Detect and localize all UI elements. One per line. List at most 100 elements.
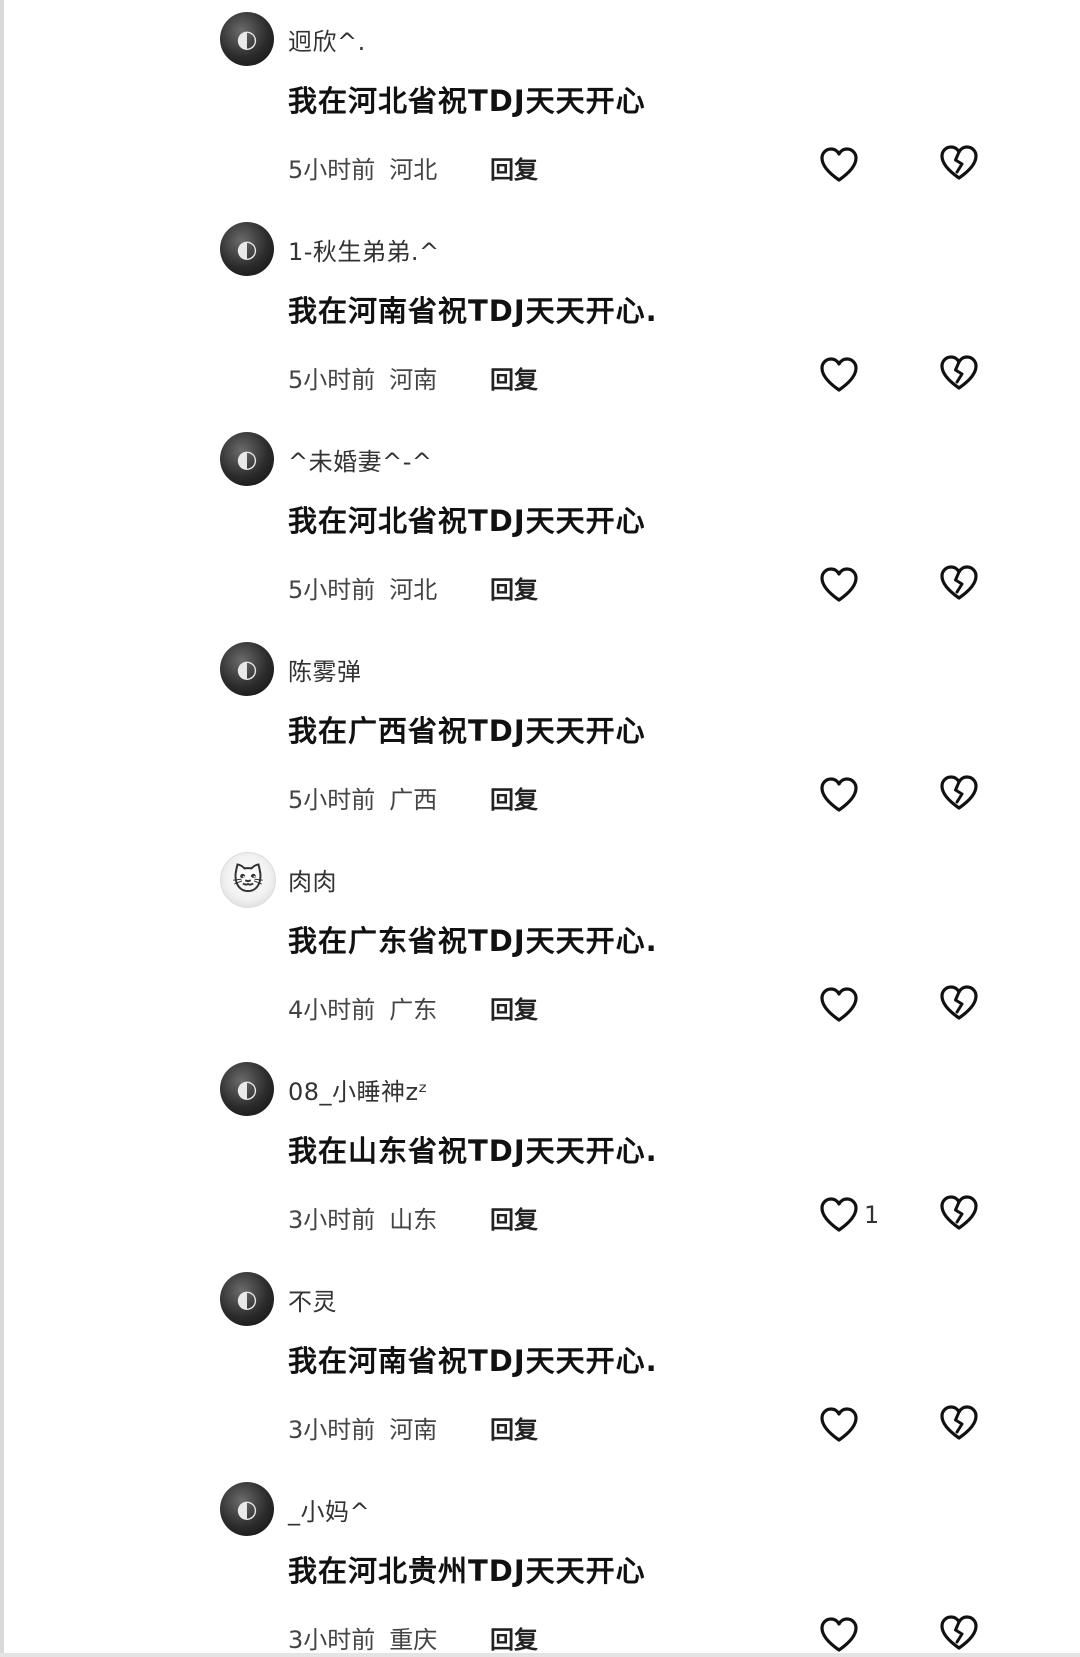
comment-location: 广东 [389, 996, 438, 1024]
heart-outline-icon [820, 777, 858, 812]
like-button[interactable] [820, 1405, 864, 1445]
comment-meta: 3小时前 山东 [288, 1200, 437, 1235]
comment-time: 3小时前 [288, 1626, 376, 1654]
comment-time: 3小时前 [288, 1416, 376, 1444]
like-button[interactable] [820, 985, 864, 1025]
user-avatar[interactable]: ◐ [220, 222, 274, 276]
comment-location: 河北 [389, 156, 438, 184]
dislike-button[interactable] [940, 985, 980, 1025]
broken-heart-icon [940, 985, 978, 1020]
comment-meta: 3小时前 河南 [288, 1410, 437, 1445]
comment-list: ◐ 迥欣^. 我在河北省祝TDJ天天开心 5小时前 河北 回复 ◐ 1-秋生弟弟.… [0, 0, 1080, 1657]
broken-heart-icon [940, 565, 978, 600]
dark-avatar-icon: ◐ [236, 235, 258, 263]
comment-username[interactable]: 肉肉 [288, 862, 337, 897]
dark-avatar-icon: ◐ [236, 1075, 258, 1103]
comment-item: ◐ ^未婚妻^-^ 我在河北省祝TDJ天天开心 5小时前 河北 回复 [0, 420, 1080, 630]
like-button[interactable] [820, 355, 864, 395]
heart-outline-icon [820, 987, 858, 1022]
comment-meta: 3小时前 重庆 [288, 1620, 437, 1655]
comment-time: 5小时前 [288, 156, 376, 184]
user-avatar[interactable]: ◐ [220, 432, 274, 486]
comment-item: ◐ 08_小睡神zᶻ 我在山东省祝TDJ天天开心. 3小时前 山东 回复 1 [0, 1050, 1080, 1260]
comment-username[interactable]: 1-秋生弟弟.^ [288, 232, 440, 267]
dislike-button[interactable] [940, 1405, 980, 1445]
dark-avatar-icon: ◐ [236, 1495, 258, 1523]
dislike-button[interactable] [940, 1195, 980, 1235]
like-button[interactable] [820, 775, 864, 815]
comment-username[interactable]: 不灵 [288, 1282, 337, 1317]
comment-text: 我在河北贵州TDJ天天开心 [288, 1554, 646, 1588]
like-button[interactable] [820, 565, 864, 605]
user-avatar[interactable]: ◐ [220, 12, 274, 66]
comment-time: 5小时前 [288, 366, 376, 394]
comment-username[interactable]: 陈雾弹 [288, 652, 362, 687]
bottom-border [0, 1653, 1080, 1657]
dislike-button[interactable] [940, 1615, 980, 1655]
reply-button[interactable]: 回复 [490, 150, 538, 185]
comment-item: ◐ _小妈^ 我在河北贵州TDJ天天开心 3小时前 重庆 回复 [0, 1470, 1080, 1657]
heart-outline-icon [820, 1197, 858, 1232]
dark-avatar-icon: ◐ [236, 655, 258, 683]
comment-username[interactable]: ^未婚妻^-^ [288, 442, 433, 477]
comment-time: 5小时前 [288, 576, 376, 604]
comment-location: 河南 [389, 1416, 438, 1444]
user-avatar[interactable]: ◐ [220, 1272, 274, 1326]
broken-heart-icon [940, 775, 978, 810]
dark-avatar-icon: ◐ [236, 25, 258, 53]
comment-item: ◐ 陈雾弹 我在广西省祝TDJ天天开心 5小时前 广西 回复 [0, 630, 1080, 840]
reply-button[interactable]: 回复 [490, 1410, 538, 1445]
broken-heart-icon [940, 1405, 978, 1440]
reply-button[interactable]: 回复 [490, 360, 538, 395]
comment-location: 重庆 [389, 1626, 438, 1654]
broken-heart-icon [940, 1615, 978, 1650]
like-button[interactable]: 1 [820, 1195, 879, 1235]
reply-button[interactable]: 回复 [490, 570, 538, 605]
reply-button[interactable]: 回复 [490, 780, 538, 815]
reply-button[interactable]: 回复 [490, 1620, 538, 1655]
dislike-button[interactable] [940, 775, 980, 815]
heart-outline-icon [820, 567, 858, 602]
comment-text: 我在广西省祝TDJ天天开心 [288, 714, 646, 748]
heart-outline-icon [820, 357, 858, 392]
broken-heart-icon [940, 145, 978, 180]
comment-meta: 5小时前 河北 [288, 570, 437, 605]
comment-location: 河北 [389, 576, 438, 604]
dislike-button[interactable] [940, 145, 980, 185]
user-avatar[interactable]: ◐ [220, 1482, 274, 1536]
heart-outline-icon [820, 147, 858, 182]
comment-text: 我在河南省祝TDJ天天开心. [288, 1344, 658, 1378]
comment-username[interactable]: _小妈^ [288, 1492, 370, 1527]
comment-time: 5小时前 [288, 786, 376, 814]
comment-text: 我在河北省祝TDJ天天开心 [288, 504, 646, 538]
comment-username[interactable]: 迥欣^. [288, 22, 366, 57]
comment-text: 我在广东省祝TDJ天天开心. [288, 924, 658, 958]
comment-text: 我在河南省祝TDJ天天开心. [288, 294, 658, 328]
user-avatar[interactable]: ◐ [220, 1062, 274, 1116]
dark-avatar-icon: ◐ [236, 1285, 258, 1313]
comment-location: 山东 [389, 1206, 438, 1234]
comment-username[interactable]: 08_小睡神zᶻ [288, 1072, 428, 1107]
comment-time: 3小时前 [288, 1206, 376, 1234]
reply-button[interactable]: 回复 [490, 990, 538, 1025]
comment-location: 广西 [389, 786, 438, 814]
like-count: 1 [864, 1201, 880, 1229]
comment-item: 🐱 肉肉 我在广东省祝TDJ天天开心. 4小时前 广东 回复 [0, 840, 1080, 1050]
comment-item: ◐ 迥欣^. 我在河北省祝TDJ天天开心 5小时前 河北 回复 [0, 0, 1080, 210]
user-avatar[interactable]: ◐ [220, 642, 274, 696]
heart-outline-icon [820, 1407, 858, 1442]
comment-item: ◐ 不灵 我在河南省祝TDJ天天开心. 3小时前 河南 回复 [0, 1260, 1080, 1470]
comment-meta: 4小时前 广东 [288, 990, 437, 1025]
comment-item: ◐ 1-秋生弟弟.^ 我在河南省祝TDJ天天开心. 5小时前 河南 回复 [0, 210, 1080, 420]
comment-location: 河南 [389, 366, 438, 394]
like-button[interactable] [820, 145, 864, 185]
like-button[interactable] [820, 1615, 864, 1655]
comment-meta: 5小时前 河南 [288, 360, 437, 395]
hello-kitty-avatar-icon: 🐱 [232, 862, 264, 898]
dislike-button[interactable] [940, 565, 980, 605]
dark-avatar-icon: ◐ [236, 445, 258, 473]
reply-button[interactable]: 回复 [490, 1200, 538, 1235]
user-avatar[interactable]: 🐱 [220, 852, 276, 908]
dislike-button[interactable] [940, 355, 980, 395]
broken-heart-icon [940, 1195, 978, 1230]
